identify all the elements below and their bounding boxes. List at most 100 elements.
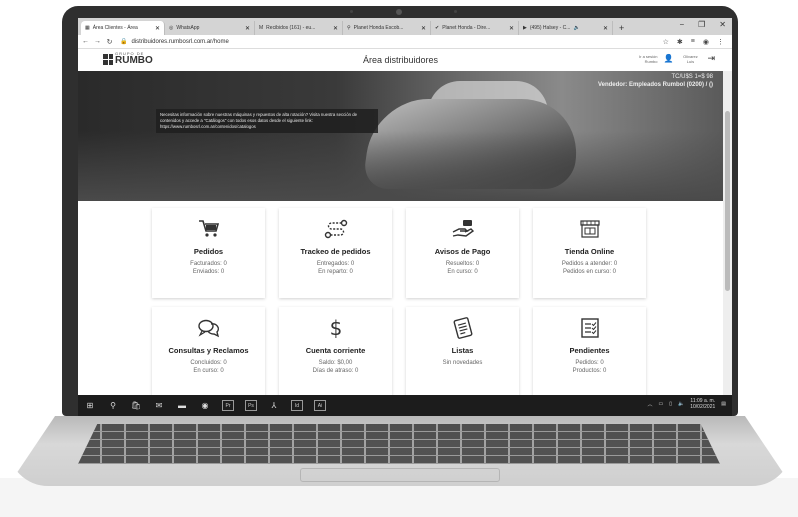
dashboard-card[interactable]: Trackeo de pedidos Entregados: 0 En repart… — [279, 208, 392, 298]
scrollbar-thumb[interactable] — [725, 111, 730, 291]
app-header: GRUPO DE RUMBO Área distribuidores Ir a … — [78, 49, 723, 71]
user-name: Olivarez Luis — [683, 53, 698, 64]
dashboard-card[interactable]: $ Cuenta corriente Saldo: $0,00 Días de atr… — [279, 307, 392, 397]
card-stat-line: Productos: 0 — [572, 368, 607, 374]
close-window-button[interactable]: ✕ — [719, 20, 726, 29]
acrobat-app-icon[interactable]: ⅄ — [268, 401, 280, 410]
card-stat-line: Sin novedades — [442, 360, 483, 366]
gmail-icon: M — [259, 25, 264, 31]
laptop-screen: ▦ Área Clientes - Área ✕ ◎ WhatsApp ✕ M … — [78, 18, 732, 416]
chevron-up-icon[interactable]: ︿ — [647, 401, 652, 408]
dashboard-cards: Pedidos Facturados: 0 Enviados: 0 Trackeo d… — [152, 208, 652, 397]
browser-tab[interactable]: M Recibidos (161) - eu... ✕ — [255, 21, 343, 35]
maximize-button[interactable]: ❐ — [698, 20, 705, 29]
minimize-button[interactable]: − — [679, 20, 684, 29]
dashboard-card[interactable]: Tienda Online Pedidos a atender: 0 Pedidos… — [533, 208, 646, 298]
premiere-app-icon[interactable]: Pr — [222, 400, 234, 411]
mail-app-icon[interactable]: ✉ — [153, 401, 165, 410]
dashboard-card[interactable]: Avisos de Pago Resueltos: 0 En curso: 0 — [406, 208, 519, 298]
card-stat-line: Días de atraso: 0 — [312, 368, 359, 374]
extensions-icon[interactable]: ✱ — [677, 38, 683, 46]
file-explorer-icon[interactable]: ▬ — [176, 401, 188, 410]
windows-start-icon[interactable]: ⊞ — [84, 401, 96, 410]
store-app-icon[interactable]: 🛍 — [130, 401, 142, 410]
browser-tab[interactable]: ⚲ Planet Honda Escob... ✕ — [343, 21, 431, 35]
card-stat-line: Concluidos: 0 — [190, 360, 227, 366]
photoshop-app-icon[interactable]: Ps — [245, 400, 257, 411]
back-arrow-icon[interactable]: ← — [81, 38, 90, 45]
hero-banner: TC/U$S 1=$ 98 Vendedor: Empleados Rumbol… — [78, 71, 723, 201]
card-stat-line: Entregados: 0 — [316, 261, 355, 267]
card-stat-line: Saldo: $0,00 — [318, 360, 353, 366]
address-bar[interactable]: 🔒 distribuidores.rumbosrl.com.ar/home — [120, 38, 663, 46]
browser-tab[interactable]: ▶ (495) Halsey - C... 🔈 ✕ — [519, 21, 613, 35]
card-title: Pedidos — [193, 247, 224, 256]
browser-tab-bar: ▦ Área Clientes - Área ✕ ◎ WhatsApp ✕ M … — [78, 18, 732, 35]
card-stat-line: En curso: 0 — [193, 368, 224, 374]
new-tab-button[interactable]: + — [613, 21, 630, 35]
catalog-notice[interactable]: Necesitas información sobre nuestras máq… — [156, 109, 378, 133]
card-stats: Pedidos: 0 Productos: 0 — [573, 359, 607, 375]
trackpad — [300, 468, 500, 482]
close-tab-icon[interactable]: ✕ — [421, 25, 426, 32]
network-icon[interactable]: ▭ — [659, 401, 664, 407]
browser-tab[interactable]: ✔ Planet Honda - Dire... ✕ — [431, 21, 519, 35]
browser-actions: ☆ ✱ ≡ ◉ ⋮ — [663, 38, 724, 46]
clock-date: 10/02/2021 — [690, 404, 716, 410]
card-stat-line: Enviados: 0 — [192, 269, 225, 275]
youtube-icon: ▶ — [523, 25, 527, 31]
chat-bubbles-icon — [197, 317, 221, 339]
battery-icon[interactable]: ▯ — [669, 401, 672, 407]
card-stats: Pedidos a atender: 0 Pedidos en curso: 0 — [562, 260, 617, 276]
logout-icon[interactable]: ⇥ — [707, 53, 715, 64]
switch-session-link[interactable]: Ir a sesión Rumbo — [635, 54, 657, 64]
browser-tab[interactable]: ▦ Área Clientes - Área ✕ — [81, 21, 165, 35]
app-icon[interactable]: Id — [291, 400, 303, 411]
dashboard-card[interactable]: Consultas y Reclamos Concluidos: 0 En curs… — [152, 307, 265, 397]
webcam — [396, 9, 402, 15]
close-tab-icon[interactable]: ✕ — [333, 25, 338, 32]
tab-label: Recibidos (161) - eu... — [266, 25, 316, 31]
card-stats: Saldo: $0,00 Días de atraso: 0 — [313, 359, 359, 375]
menu-dots-icon[interactable]: ⋮ — [717, 38, 724, 46]
browser-tab[interactable]: ◎ WhatsApp ✕ — [165, 21, 255, 35]
close-tab-icon[interactable]: ✕ — [509, 25, 514, 32]
star-icon[interactable]: ☆ — [663, 38, 669, 46]
dollar-icon: $ — [328, 317, 344, 339]
card-stat-line: En curso: 0 — [447, 269, 478, 275]
scrollbar[interactable] — [723, 71, 732, 395]
illustrator-app-icon[interactable]: Ai — [314, 400, 326, 411]
forward-arrow-icon[interactable]: → — [93, 38, 102, 45]
dashboard-card[interactable]: Pendientes Pedidos: 0 Productos: 0 — [533, 307, 646, 397]
dashboard-card[interactable]: Pedidos Facturados: 0 Enviados: 0 — [152, 208, 265, 298]
close-tab-icon[interactable]: ✕ — [245, 25, 250, 32]
hand-coins-icon — [451, 218, 475, 240]
reading-list-icon[interactable]: ≡ — [691, 38, 695, 46]
notifications-icon[interactable]: ▤ — [721, 401, 726, 407]
close-tab-icon[interactable]: ✕ — [603, 25, 608, 32]
whatsapp-icon: ◎ — [169, 25, 174, 31]
volume-icon[interactable]: 🔈 — [678, 401, 684, 407]
list-doc-icon — [452, 317, 474, 339]
clock[interactable]: 11:09 a. m. 10/02/2021 — [690, 398, 715, 410]
page-title: Área distribuidores — [362, 55, 439, 65]
tab-label: (495) Halsey - C... — [529, 25, 571, 31]
sensor-dot — [454, 10, 457, 13]
profile-icon[interactable]: ◉ — [703, 38, 709, 46]
exchange-rate: TC/U$S 1=$ 98 — [671, 74, 713, 80]
sensor-dot — [350, 10, 353, 13]
system-tray: ︿ ▭ ▯ 🔈 11:09 a. m. 10/02/2021 ▤ — [647, 398, 726, 410]
card-title: Trackeo de pedidos — [300, 247, 371, 256]
site-favicon-icon: ▦ — [85, 25, 90, 31]
search-icon[interactable]: ⚲ — [107, 401, 119, 410]
chrome-app-icon[interactable]: ◉ — [199, 401, 211, 410]
card-stats: Sin novedades — [443, 359, 483, 367]
checklist-icon — [579, 317, 601, 339]
close-tab-icon[interactable]: ✕ — [155, 25, 160, 32]
reload-icon[interactable]: ↻ — [105, 38, 114, 46]
card-title: Consultas y Reclamos — [168, 346, 249, 355]
lock-icon: 🔒 — [120, 39, 128, 45]
dashboard-card[interactable]: Listas Sin novedades — [406, 307, 519, 397]
card-title: Tienda Online — [564, 247, 615, 256]
grass-image — [78, 131, 723, 201]
